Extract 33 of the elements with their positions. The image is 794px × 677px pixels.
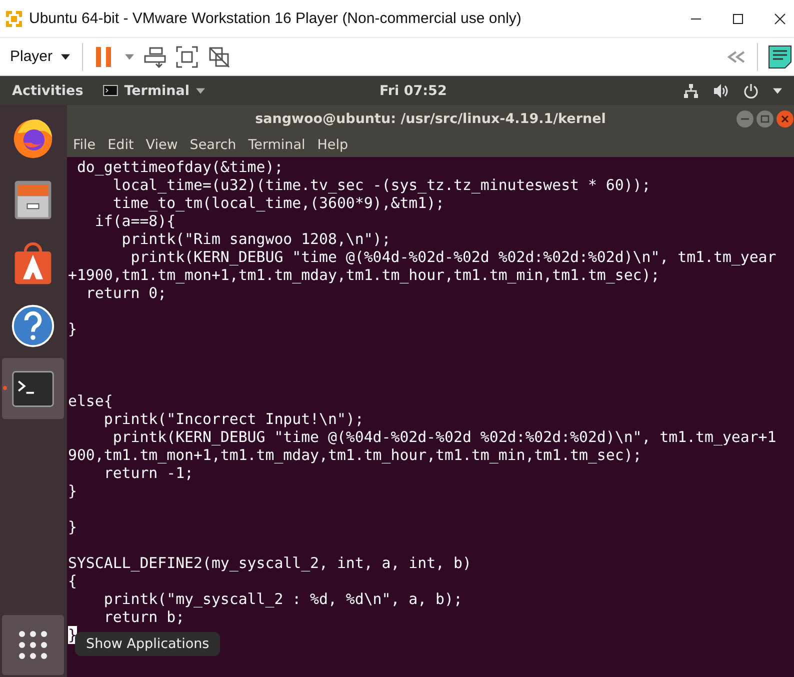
help-icon bbox=[10, 302, 56, 348]
app-menu[interactable]: Terminal bbox=[103, 82, 205, 98]
terminal-output: do_gettimeofday(&time); local_time=(u32)(time.tv_sec -(sys_tz.tz_minuteswest * 60)); time_to_tm(local_time,(3600*9),&tm1); if(a==8){ printk("Rim sangwoo 1208,\n"); printk(KERN_DEBUG "time @(%04d-%02d-%02d %02d:%02d:%02d)\n", tm1.tm_year +1900,tm1.tm_mon+1,tm1.tm_mday,tm1.tm_hour,tm1.tm_min,tm1.tm_sec); return 0; } else{ printk("Incorrect Input!\n"); printk(KERN_DEBUG "time @(%04d-%02d-%02d %02d:%02d:%02d)\n", tm1.tm_year+1 900,tm1.tm_mon+1,tm1.tm_mday,tm1.tm_hour,tm1.tm_min,tm1.tm_sec); return -1; } } SYSCALL_DEFINE2(my_syscall_2, int, a, int, b) { printk("my_syscall_2 : %d, %d\n", a, b); return b; bbox=[68, 158, 778, 626]
fullscreen-icon[interactable] bbox=[176, 46, 198, 68]
notes-icon[interactable] bbox=[768, 44, 792, 68]
close-icon[interactable] bbox=[774, 12, 786, 24]
clock[interactable]: Fri 07:52 bbox=[380, 82, 447, 98]
window-title: Ubuntu 64-bit - VMware Workstation 16 Player (Non-commercial use only) bbox=[29, 10, 522, 27]
app-grid-icon bbox=[18, 630, 48, 660]
collapse-icon[interactable] bbox=[727, 50, 747, 62]
power-icon[interactable] bbox=[743, 82, 759, 98]
menu-item[interactable]: Search bbox=[190, 137, 236, 153]
menu-item[interactable]: File bbox=[73, 137, 96, 153]
activities-button[interactable]: Activities bbox=[12, 82, 84, 98]
show-applications-button[interactable] bbox=[2, 615, 64, 675]
menu-item[interactable]: Edit bbox=[108, 137, 134, 153]
network-icon[interactable] bbox=[683, 82, 699, 98]
unity-mode-icon[interactable] bbox=[208, 46, 230, 68]
caret-icon[interactable] bbox=[773, 88, 782, 94]
maximize-icon[interactable] bbox=[732, 12, 744, 24]
player-menu[interactable]: Player bbox=[8, 46, 72, 67]
network-devices-icon[interactable] bbox=[144, 46, 166, 68]
menu-item[interactable]: View bbox=[146, 137, 178, 153]
caret-icon bbox=[60, 54, 70, 60]
dock-item[interactable] bbox=[2, 358, 64, 419]
menu-item[interactable]: Help bbox=[317, 137, 348, 153]
volume-icon[interactable] bbox=[713, 82, 729, 98]
tooltip: Show Applications bbox=[75, 632, 220, 656]
menu-item[interactable]: Terminal bbox=[248, 137, 306, 153]
vmware-logo-icon bbox=[4, 8, 24, 28]
terminal-icon bbox=[103, 85, 118, 96]
caret-icon bbox=[196, 88, 205, 94]
terminal-title: sangwoo@ubuntu: /usr/src/linux-4.19.1/kernel bbox=[255, 111, 606, 127]
